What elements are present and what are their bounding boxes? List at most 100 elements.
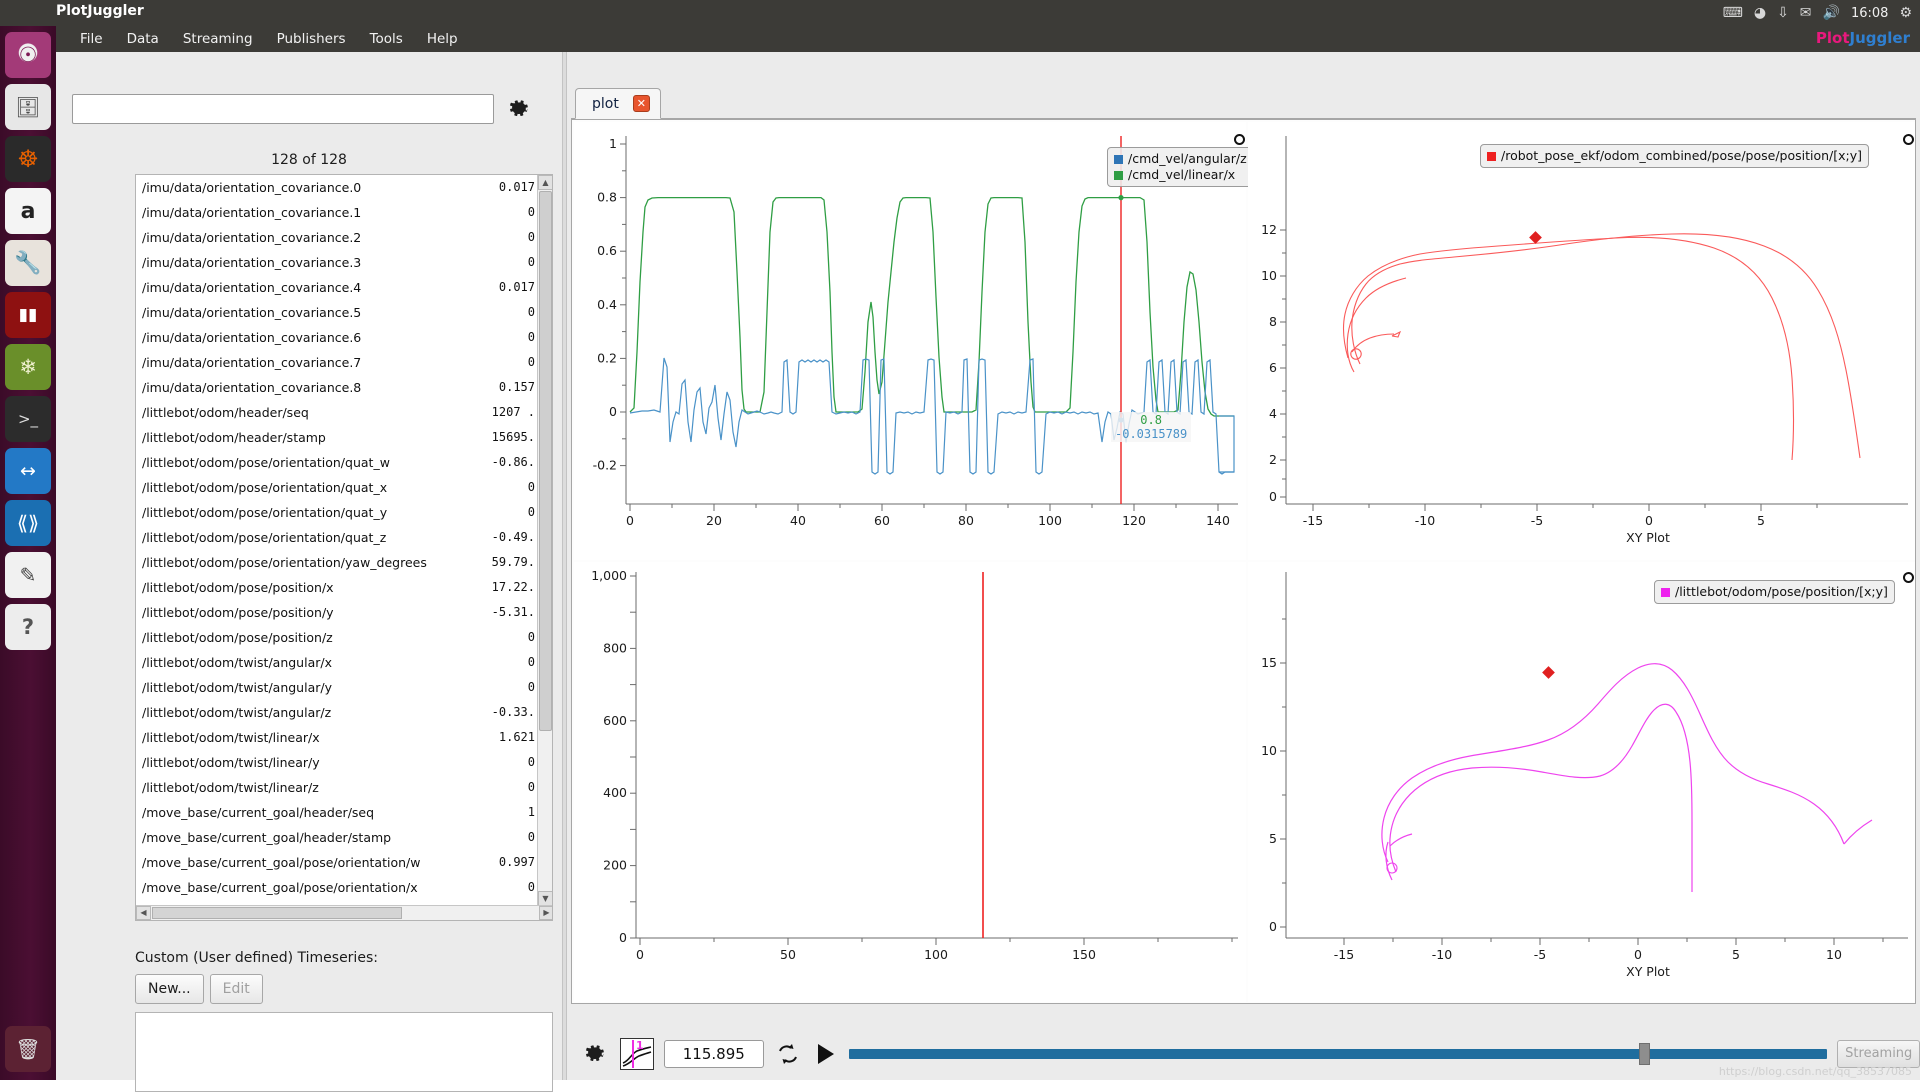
close-plot-icon[interactable] [1234, 134, 1245, 145]
table-row[interactable]: /littlebot/odom/pose/orientation/quat_x 0 [136, 475, 552, 500]
table-row[interactable]: /littlebot/odom/twist/linear/z 0 [136, 775, 552, 800]
software-updater-icon[interactable]: 🔧 [5, 240, 51, 286]
table-row[interactable]: /littlebot/odom/pose/orientation/quat_y 0 [136, 500, 552, 525]
table-row[interactable]: /littlebot/odom/twist/angular/z -0.33. [136, 700, 552, 725]
time-input[interactable] [663, 1039, 764, 1068]
clock[interactable]: 16:08 [1851, 6, 1888, 21]
legend-swatch-ekf [1487, 151, 1496, 161]
menu-streaming[interactable]: Streaming [171, 28, 265, 50]
search-input[interactable] [72, 93, 494, 124]
amazon-icon[interactable]: a [5, 188, 51, 234]
table-row[interactable]: /littlebot/odom/pose/orientation/quat_z -… [136, 525, 552, 550]
xy-ekf-legend[interactable]: /robot_pose_ekf/odom_combined/pose/pose/… [1480, 144, 1870, 168]
volume-icon[interactable]: 🔊 [1823, 2, 1840, 24]
scroll-right-arrow[interactable]: ▶ [539, 906, 552, 920]
timeseries-value: 0 [527, 330, 535, 344]
table-row[interactable]: /imu/data/orientation_covariance.8 0.157 [136, 375, 552, 400]
table-row[interactable]: /imu/data/orientation_covariance.4 0.017 [136, 275, 552, 300]
table-row[interactable]: /imu/data/orientation_covariance.3 0 [136, 250, 552, 275]
player-settings-icon[interactable] [581, 1039, 610, 1069]
table-row[interactable]: /littlebot/odom/pose/position/y -5.31. [136, 600, 552, 625]
keyboard-icon[interactable]: ⌨ [1723, 2, 1743, 24]
table-row[interactable]: /imu/data/orientation_covariance.1 0 [136, 200, 552, 225]
play-button[interactable] [813, 1039, 840, 1069]
list-horizontal-scrollbar[interactable]: ◀ ▶ [136, 905, 552, 920]
table-row[interactable]: /imu/data/orientation_covariance.7 0 [136, 350, 552, 375]
table-row[interactable]: /imu/data/orientation_covariance.2 0 [136, 225, 552, 250]
table-row[interactable]: /imu/data/orientation_covariance.5 0 [136, 300, 552, 325]
terminal-red-icon[interactable]: ▮▮ [5, 292, 51, 338]
table-row[interactable]: /move_base/current_goal/header/stamp 0 [136, 825, 552, 850]
close-plot-icon[interactable] [1903, 134, 1914, 145]
table-row[interactable]: /littlebot/odom/pose/orientation/yaw_deg… [136, 550, 552, 575]
menu-help[interactable]: Help [415, 28, 470, 50]
files-icon[interactable]: 🗄 [5, 84, 51, 130]
xy-odom-legend[interactable]: /littlebot/odom/pose/position/[x;y] [1654, 580, 1895, 604]
table-row[interactable]: /move_base/current_goal/pose/orientation… [136, 875, 552, 900]
play-icon [817, 1043, 834, 1064]
timeseries-name: /littlebot/odom/twist/angular/y [142, 680, 332, 695]
timeseries-value: 59.79. [491, 555, 535, 569]
table-row[interactable]: /move_base/current_goal/pose/orientation… [136, 850, 552, 875]
svg-text:0: 0 [636, 947, 644, 962]
timeseries-name: /imu/data/orientation_covariance.1 [142, 205, 362, 220]
text-editor-icon[interactable]: ✎ [5, 552, 51, 598]
timeseries-list[interactable]: /imu/data/orientation_covariance.0 0.017/… [135, 174, 553, 921]
scroll-left-arrow[interactable]: ◀ [136, 906, 151, 920]
table-row[interactable]: /imu/data/orientation_covariance.0 0.017 [136, 175, 552, 200]
menu-tools[interactable]: Tools [358, 28, 415, 50]
power-icon[interactable]: ⚙ [1899, 2, 1912, 24]
gear-icon[interactable] [504, 94, 534, 124]
loop-button[interactable] [774, 1039, 803, 1069]
timeseries-plot[interactable]: 1 0.8 0.6 0.4 0.2 0 -0.2 0 20 40 60 80 1… [574, 122, 1254, 560]
table-row[interactable]: /littlebot/odom/pose/orientation/quat_w -… [136, 450, 552, 475]
timeline-slider-handle[interactable] [1639, 1042, 1651, 1065]
gimp-icon[interactable]: ❄ [5, 344, 51, 390]
empty-plot[interactable]: 1,000 800 600 400 200 0 0 50 100 150 [574, 562, 1246, 1002]
table-row[interactable]: /littlebot/odom/twist/linear/x 1.621 [136, 725, 552, 750]
scroll-thumb-horizontal[interactable] [152, 907, 402, 919]
menu-file[interactable]: File [68, 28, 115, 50]
table-row[interactable]: /littlebot/odom/twist/angular/y 0 [136, 675, 552, 700]
table-row[interactable]: /littlebot/odom/header/stamp 15695. [136, 425, 552, 450]
xy-plot-ekf[interactable]: 12 10 8 642 0 -15 -10 -5 05 XY Plot /rob… [1248, 122, 1915, 560]
time-tracker-icon[interactable]: 1 [619, 1037, 654, 1070]
table-row[interactable]: /littlebot/odom/pose/position/z 0 [136, 625, 552, 650]
table-row[interactable]: /littlebot/odom/twist/angular/x 0 [136, 650, 552, 675]
vscode-icon[interactable]: ⟪⟫ [5, 500, 51, 546]
new-custom-timeseries-button[interactable]: New... [135, 974, 204, 1004]
table-row[interactable]: /imu/data/orientation_covariance.6 0 [136, 325, 552, 350]
timeseries-name: /littlebot/odom/header/stamp [142, 430, 326, 445]
table-row[interactable]: /littlebot/odom/twist/linear/y 0 [136, 750, 552, 775]
table-row[interactable]: /littlebot/odom/pose/position/x 17.22. [136, 575, 552, 600]
tab-plot[interactable]: plot ✕ [575, 88, 661, 119]
trash-icon[interactable]: 🗑 [5, 1026, 51, 1072]
legend-swatch-odom [1661, 587, 1670, 597]
menu-publishers[interactable]: Publishers [265, 28, 358, 50]
ubuntu-dash-icon[interactable]: ☉ [5, 32, 51, 78]
mail-icon[interactable]: ✉ [1800, 2, 1812, 24]
table-row[interactable]: /move_base/current_goal/header/seq 1 [136, 800, 552, 825]
bluetooth-icon[interactable]: ⇩ [1777, 2, 1789, 24]
scroll-thumb-vertical[interactable] [539, 191, 552, 731]
xy-plot-odom[interactable]: 15 10 50 -15 -10 -5 0 5 10 XY Plot /litt… [1248, 562, 1915, 1002]
scroll-down-arrow[interactable]: ▼ [538, 891, 552, 906]
wifi-icon[interactable]: ◕ [1754, 2, 1766, 24]
custom-timeseries-list[interactable] [135, 1012, 553, 1092]
streaming-button[interactable]: Streaming [1837, 1039, 1920, 1068]
close-plot-icon[interactable] [1903, 572, 1914, 583]
close-icon[interactable]: ✕ [632, 95, 650, 112]
list-vertical-scrollbar[interactable]: ▲ ▼ [537, 175, 552, 906]
scroll-up-arrow[interactable]: ▲ [538, 175, 552, 190]
timeline-slider[interactable] [849, 1042, 1828, 1065]
terminal-icon[interactable]: >_ [5, 396, 51, 442]
timeseries-legend[interactable]: /cmd_vel/angular/z /cmd_vel/linear/x [1107, 147, 1254, 187]
table-row[interactable]: /littlebot/odom/header/seq 1207 . [136, 400, 552, 425]
firefox-icon[interactable]: ☸ [5, 136, 51, 182]
timeseries-name: /littlebot/odom/pose/position/y [142, 605, 334, 620]
timeseries-name: /imu/data/orientation_covariance.5 [142, 305, 362, 320]
ros-icon[interactable]: ↔ [5, 448, 51, 494]
help-icon[interactable]: ? [5, 604, 51, 650]
svg-text:-5: -5 [1534, 947, 1546, 962]
menu-data[interactable]: Data [115, 28, 171, 50]
